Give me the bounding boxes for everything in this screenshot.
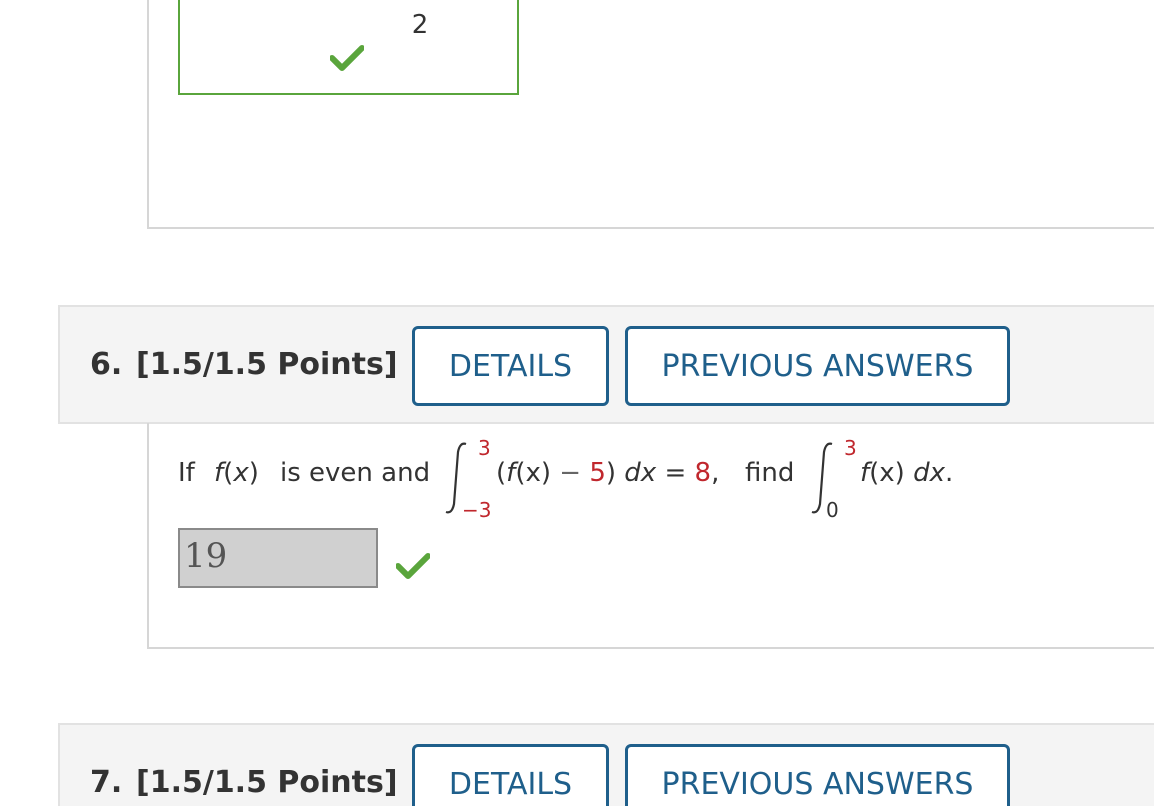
question-6-header: 6. [1.5/1.5 Points] DETAILS PREVIOUS ANS… <box>58 305 1154 424</box>
integral-1-lower-limit: −3 <box>462 498 492 522</box>
integrand-1: (f(x) − 5) dx = 8, <box>496 458 720 488</box>
question-5-answer-box: 2 <box>178 0 519 95</box>
question-points: [1.5/1.5 Points] <box>136 347 398 382</box>
question-points: [1.5/1.5 Points] <box>136 765 398 800</box>
question-7-header: 7. [1.5/1.5 Points] DETAILS PREVIOUS ANS… <box>58 723 1154 806</box>
integral-1-upper-limit: 3 <box>478 436 491 460</box>
checkmark-icon <box>396 553 430 579</box>
statement-fx: f(x) <box>214 458 259 488</box>
integral-2-lower-limit: 0 <box>826 498 839 522</box>
statement-text-if: If <box>178 458 195 488</box>
integrand-2: f(x) dx. <box>860 458 954 488</box>
previous-answers-button[interactable]: PREVIOUS ANSWERS <box>625 326 1010 406</box>
checkmark-icon <box>330 45 364 71</box>
details-button[interactable]: DETAILS <box>412 744 609 806</box>
statement-text-even: is even and <box>280 458 431 488</box>
statement-text-find: find <box>745 458 795 488</box>
question-5-answer-value: 2 <box>411 10 429 40</box>
previous-answers-button[interactable]: PREVIOUS ANSWERS <box>625 744 1010 806</box>
details-button[interactable]: DETAILS <box>412 326 609 406</box>
page: 2 6. [1.5/1.5 Points] DETAILS PREVIOUS A… <box>0 0 1154 806</box>
question-number: 7. <box>90 765 123 800</box>
integral-2-upper-limit: 3 <box>844 436 857 460</box>
answer-input[interactable]: 19 <box>178 528 378 588</box>
question-number: 6. <box>90 347 123 382</box>
